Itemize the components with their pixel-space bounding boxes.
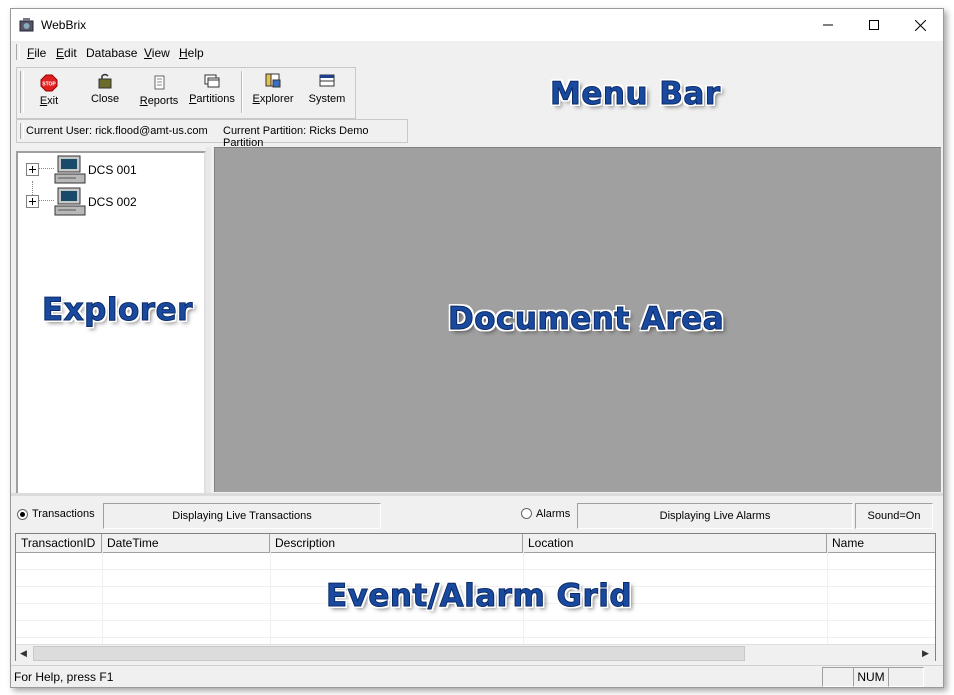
expand-icon[interactable] (26, 163, 39, 176)
menu-help-mnemonic: H (179, 46, 188, 60)
toolbar: STOP Exit Close Reports Partitions Explo… (16, 67, 356, 119)
user-bar-grip (20, 123, 24, 139)
col-transaction-id[interactable]: TransactionID (16, 534, 102, 552)
explorer-icon (265, 73, 281, 88)
minimize-button[interactable] (805, 9, 851, 41)
toolbar-grip (20, 71, 24, 113)
window-title: WebBrix (41, 18, 87, 32)
menu-edit-label: dit (64, 46, 77, 60)
tree-item-label: DCS 001 (88, 163, 137, 177)
sound-status: Sound=On (855, 503, 933, 529)
reports-mnemonic: R (139, 95, 148, 107)
overlay-grid: Event/Alarm Grid (325, 578, 633, 615)
close-icon (914, 19, 926, 31)
overlay-document-area: Document Area (447, 301, 725, 338)
reports-label: eports (147, 95, 179, 107)
table-row[interactable] (16, 620, 935, 638)
status-pane-caps (822, 667, 854, 687)
transactions-label: Transactions (32, 508, 95, 520)
help-text: For Help, press F1 (14, 670, 114, 684)
user-info-bar: Current User: rick.flood@amt-us.com Curr… (16, 119, 408, 149)
menu-view[interactable]: View (144, 46, 170, 60)
grid-line (827, 552, 828, 644)
maximize-icon (869, 20, 879, 30)
reports-button[interactable]: Reports (137, 70, 181, 114)
toolbar-separator (241, 71, 243, 113)
col-datetime[interactable]: DateTime (102, 534, 270, 552)
stop-sign-icon: STOP (40, 74, 58, 92)
alarms-status: Displaying Live Alarms (577, 503, 853, 529)
computer-icon (54, 155, 86, 188)
partitions-label: artitions (196, 93, 235, 105)
maximize-button[interactable] (851, 9, 897, 41)
overlay-menu-bar: Menu Bar (550, 76, 721, 113)
event-alarm-header: Transactions Displaying Live Transaction… (11, 499, 943, 533)
tree-dots (38, 168, 54, 169)
col-name[interactable]: Name (827, 534, 935, 552)
exit-label: xit (47, 95, 59, 107)
menu-edit-mnemonic: E (56, 46, 65, 60)
close-button[interactable]: Close (83, 68, 127, 112)
col-location[interactable]: Location (523, 534, 827, 552)
reports-icon (154, 75, 165, 90)
transactions-radio[interactable] (17, 509, 28, 520)
explorer-label: xplorer (259, 93, 294, 105)
menu-file[interactable]: File (27, 46, 46, 60)
system-label: System (308, 93, 346, 105)
minimize-icon (823, 24, 833, 26)
status-pane-scroll (888, 667, 924, 687)
transactions-status: Displaying Live Transactions (103, 503, 381, 529)
tree-dots (38, 200, 54, 201)
col-description[interactable]: Description (270, 534, 523, 552)
tree-item-label: DCS 002 (88, 195, 137, 209)
alarms-radio[interactable] (521, 508, 532, 519)
system-window-icon (319, 74, 335, 87)
menu-help[interactable]: Help (179, 46, 204, 60)
table-row[interactable] (16, 552, 935, 570)
close-label: Close (90, 93, 120, 105)
partitions-icon (204, 74, 220, 88)
scroll-right-icon[interactable]: ▶ (922, 648, 929, 659)
close-window-button[interactable] (897, 9, 943, 41)
menu-grip (16, 44, 20, 60)
computer-icon (54, 187, 86, 220)
menu-file-label: ile (34, 46, 47, 60)
partitions-button[interactable]: Partitions (187, 68, 237, 112)
svg-text:STOP: STOP (42, 82, 56, 88)
current-user: Current User: rick.flood@amt-us.com (26, 125, 208, 137)
menu-database-label: Database (86, 46, 138, 60)
menu-help-label: elp (187, 46, 204, 60)
explorer-button[interactable]: Explorer (249, 68, 297, 112)
explorer-mnemonic: E (252, 93, 260, 105)
status-pane-num: NUM (853, 667, 889, 687)
menu-view-label: iew (151, 46, 170, 60)
horizontal-splitter[interactable] (11, 493, 943, 496)
menu-view-mnemonic: V (144, 46, 152, 60)
scrollbar-thumb[interactable] (33, 646, 745, 661)
app-icon (19, 18, 34, 32)
expand-icon[interactable] (26, 195, 39, 208)
grid-line (102, 552, 103, 644)
current-partition: Current Partition: Ricks Demo Partition (223, 125, 369, 149)
overlay-explorer: Explorer (42, 292, 193, 329)
system-button[interactable]: System (305, 68, 349, 112)
scroll-left-icon[interactable]: ◀ (20, 648, 27, 659)
status-bar: For Help, press F1 NUM (11, 665, 943, 687)
exit-button[interactable]: STOP Exit (29, 70, 69, 114)
menu-bar: File Edit Database View Help (11, 41, 943, 63)
menu-edit[interactable]: Edit (56, 46, 77, 60)
horizontal-scrollbar[interactable]: ◀ ▶ (16, 644, 935, 661)
title-bar[interactable]: WebBrix (11, 9, 943, 41)
close-db-icon (98, 73, 112, 89)
alarms-label: Alarms (536, 508, 571, 520)
grid-line (270, 552, 271, 644)
grid-header: TransactionID DateTime Description Locat… (16, 534, 935, 553)
menu-database[interactable]: Database (86, 46, 137, 60)
vertical-splitter[interactable] (206, 147, 211, 493)
